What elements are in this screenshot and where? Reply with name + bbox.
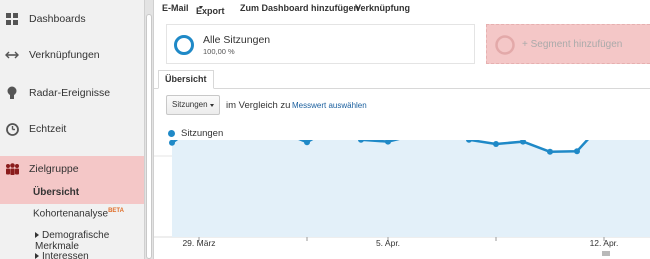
x-tick-label: 5. Apr.: [376, 238, 400, 248]
sidebar-scrollbar[interactable]: [144, 0, 154, 259]
link-arrows-icon: [5, 48, 19, 62]
scroll-marker-icon: [602, 251, 610, 256]
x-tick-label: 12. Apr.: [590, 238, 619, 248]
tab-divider: [154, 88, 650, 89]
shortcut-button[interactable]: Verknüpfung: [355, 3, 410, 13]
data-point: [547, 148, 553, 155]
metric-select-value: Sitzungen: [172, 100, 208, 109]
sidebar-item-label: Verknüpfungen: [29, 49, 100, 61]
data-point: [169, 140, 175, 146]
expand-triangle-icon: [35, 253, 39, 259]
sidebar-subitem-interests[interactable]: Interessen: [0, 251, 144, 259]
sidebar-item-label: Echtzeit: [29, 123, 67, 135]
choose-metric-link[interactable]: Messwert auswählen: [292, 101, 367, 110]
sessions-chart: 1206029. März5. Apr.12. Apr.: [154, 140, 650, 256]
sidebar-item-label: Dashboards: [29, 13, 86, 25]
grid-icon: [5, 12, 19, 26]
sidebar-item-label: Zielgruppe: [29, 163, 79, 175]
series-legend-label: Sitzungen: [181, 128, 224, 139]
sidebar-subitem-label: Demografische Merkmale: [35, 230, 110, 252]
chevron-down-icon: [210, 104, 214, 107]
beta-badge: BETA: [108, 208, 124, 214]
segment-percentage: 100,00 %: [203, 47, 235, 56]
sidebar-item-audience[interactable]: Zielgruppe: [0, 156, 144, 182]
sidebar-subitem-cohort[interactable]: KohortenanalyseBETA: [0, 208, 144, 219]
report-toolbar: E-Mail Export Zum Dashboard hinzufügen V…: [154, 0, 650, 16]
sidebar-subitem-label: Interessen: [42, 251, 89, 259]
expand-triangle-icon: [35, 232, 39, 239]
add-segment-label: + Segment hinzufügen: [522, 39, 623, 50]
sidebar-subitem-demographics[interactable]: Demografische Merkmale: [0, 230, 144, 252]
bulb-icon: [5, 86, 19, 100]
data-point: [574, 148, 580, 155]
series-legend-dot: [168, 130, 175, 137]
sidebar-item-label: Radar-Ereignisse: [29, 87, 111, 99]
sidebar-item-shortcuts[interactable]: Verknüpfungen: [0, 48, 144, 62]
clock-icon: [5, 122, 19, 136]
metric-select[interactable]: Sitzungen: [166, 95, 220, 115]
add-to-dashboard-button[interactable]: Zum Dashboard hinzufügen: [240, 3, 359, 13]
analytics-app: Dashboards Verknüpfungen Radar-Ereigniss…: [0, 0, 650, 259]
sidebar-subitem-label: Übersicht: [33, 187, 80, 198]
compare-label: im Vergleich zu: [226, 100, 291, 111]
empty-segment-ring-icon: [495, 35, 515, 55]
series-area: [172, 140, 650, 237]
segment-ring-icon: [174, 35, 194, 55]
data-point: [493, 141, 499, 147]
sidebar-item-realtime[interactable]: Echtzeit: [0, 121, 144, 137]
sidebar-item-radar-events[interactable]: Radar-Ereignisse: [0, 85, 144, 101]
chevron-down-icon: [199, 6, 203, 9]
sidebar-subitem-overview[interactable]: Übersicht: [0, 182, 144, 204]
sidebar: Dashboards Verknüpfungen Radar-Ereigniss…: [0, 0, 144, 259]
scrollbar-thumb[interactable]: [146, 14, 152, 259]
add-segment-button[interactable]: + Segment hinzufügen: [486, 24, 650, 64]
segment-title: Alle Sitzungen: [203, 34, 271, 46]
tab-overview[interactable]: Übersicht: [158, 70, 214, 89]
email-button[interactable]: E-Mail: [162, 3, 189, 13]
sidebar-item-dashboards[interactable]: Dashboards: [0, 12, 144, 26]
sidebar-subitem-label: Kohortenanalyse: [33, 208, 109, 220]
x-tick-label: 29. März: [182, 238, 215, 248]
people-icon: [5, 162, 19, 176]
segment-all-sessions[interactable]: Alle Sitzungen 100,00 %: [166, 24, 475, 64]
